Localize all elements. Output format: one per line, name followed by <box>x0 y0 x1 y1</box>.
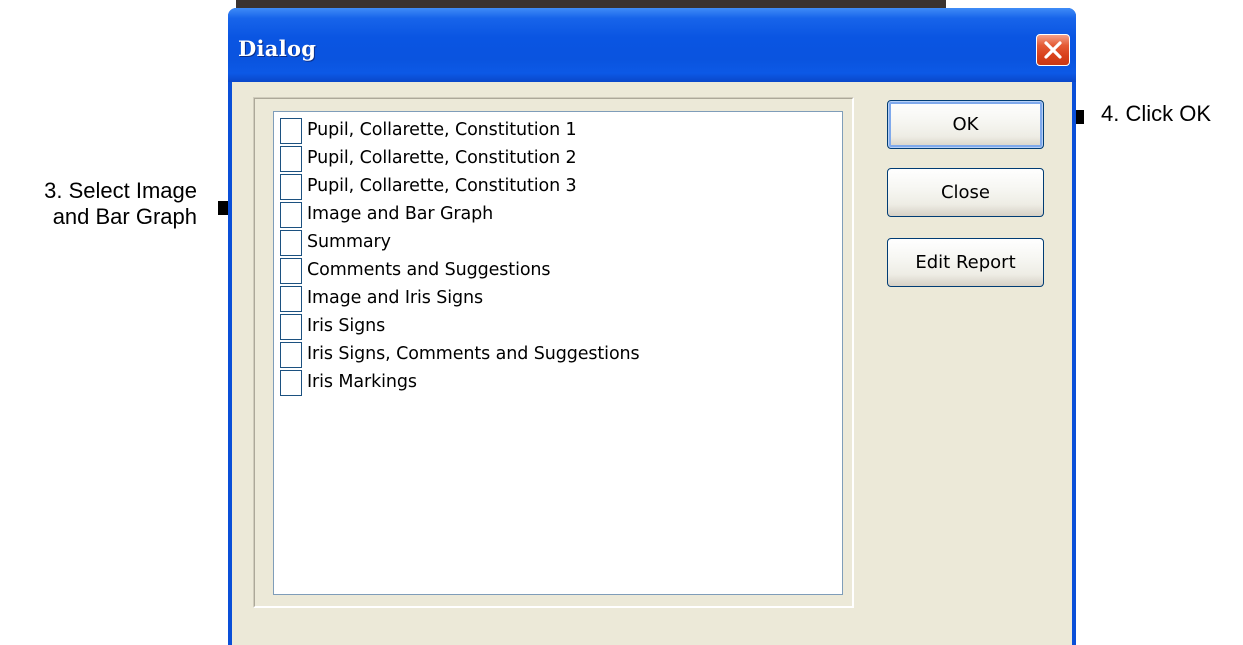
edit-report-button[interactable]: Edit Report <box>887 238 1044 287</box>
screenshot: 3. Select Image and Bar Graph 4. Click O… <box>0 0 1243 645</box>
dialog-window: Dialog Pupil, Collarette, Constitution 1 <box>228 0 1076 645</box>
checkbox[interactable] <box>280 370 302 396</box>
list-item[interactable]: Pupil, Collarette, Constitution 2 <box>280 145 577 173</box>
list-item[interactable]: Iris Markings <box>280 369 417 397</box>
list-item-label: Iris Signs <box>307 316 386 337</box>
list-item-label: Image and Bar Graph <box>307 204 494 225</box>
checkbox[interactable] <box>280 230 302 256</box>
close-button[interactable]: Close <box>887 168 1044 217</box>
list-item[interactable]: Image and Bar Graph <box>280 201 493 229</box>
step3-annotation-line1: 3. Select Image <box>44 178 197 203</box>
list-item[interactable]: Summary <box>280 229 391 257</box>
list-item[interactable]: Pupil, Collarette, Constitution 3 <box>280 173 577 201</box>
list-item-label: Image and Iris Signs <box>307 288 484 309</box>
checkbox[interactable] <box>280 146 302 172</box>
list-item-label: Pupil, Collarette, Constitution 3 <box>307 176 577 197</box>
window-title: Dialog <box>238 36 317 61</box>
list-item-label: Iris Signs, Comments and Suggestions <box>307 344 640 365</box>
checkbox[interactable] <box>280 286 302 312</box>
list-item-label: Comments and Suggestions <box>307 260 551 281</box>
checkbox[interactable] <box>280 202 302 228</box>
checkbox[interactable] <box>280 258 302 284</box>
list-item[interactable]: Iris Signs <box>280 313 385 341</box>
close-window-button[interactable] <box>1036 34 1070 66</box>
list-item[interactable]: Pupil, Collarette, Constitution 1 <box>280 117 577 145</box>
step3-annotation-line2: and Bar Graph <box>52 204 197 230</box>
list-item-label: Pupil, Collarette, Constitution 1 <box>307 120 577 141</box>
dialog-client-area: Pupil, Collarette, Constitution 1 Pupil,… <box>232 82 1072 645</box>
checkbox[interactable] <box>280 342 302 368</box>
list-item[interactable]: Image and Iris Signs <box>280 285 483 313</box>
step4-annotation: 4. Click OK <box>1101 101 1212 126</box>
checkbox[interactable] <box>280 118 302 144</box>
title-bar[interactable]: Dialog <box>228 8 1076 82</box>
report-list-frame: Pupil, Collarette, Constitution 1 Pupil,… <box>253 97 854 608</box>
close-x-icon <box>1044 41 1062 59</box>
list-item-label: Iris Markings <box>307 372 417 393</box>
step3-annotation: 3. Select Image and Bar Graph <box>37 178 197 231</box>
checkbox[interactable] <box>280 174 302 200</box>
list-item[interactable]: Comments and Suggestions <box>280 257 551 285</box>
report-checklist[interactable]: Pupil, Collarette, Constitution 1 Pupil,… <box>273 111 843 595</box>
list-item-label: Summary <box>307 232 391 253</box>
list-item[interactable]: Iris Signs, Comments and Suggestions <box>280 341 640 369</box>
ok-button[interactable]: OK <box>887 100 1044 149</box>
checkbox[interactable] <box>280 314 302 340</box>
list-item-label: Pupil, Collarette, Constitution 2 <box>307 148 577 169</box>
